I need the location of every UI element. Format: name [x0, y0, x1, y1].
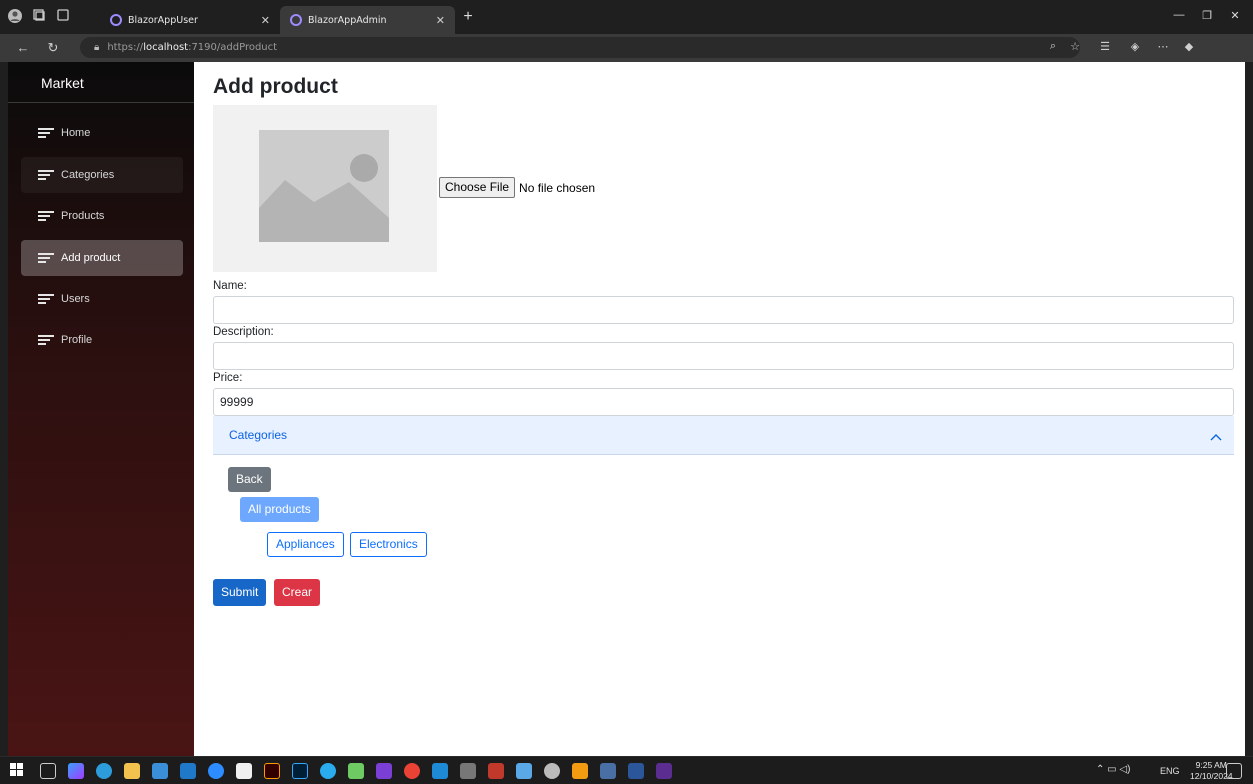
back-arrow-icon[interactable]: ← — [14, 39, 32, 57]
chevron-up-icon — [1210, 430, 1222, 441]
back-button[interactable]: Back — [228, 467, 271, 492]
submit-button[interactable]: Submit — [213, 579, 267, 606]
tab-blazorappuser[interactable]: BlazorAppUser ✕ — [100, 6, 280, 34]
media-app-icon[interactable] — [348, 763, 364, 779]
windows-start-icon[interactable] — [10, 763, 26, 779]
telegram-app-icon[interactable] — [320, 763, 336, 779]
chrome-app-icon[interactable] — [404, 763, 420, 779]
system-tray-icons[interactable]: ⌃ ▭ ◁) — [1096, 764, 1130, 775]
refresh-icon[interactable]: ↻ — [44, 39, 62, 57]
sidebar: Market Home Categories Products Add prod… — [8, 62, 194, 756]
vlc-app-icon[interactable] — [572, 763, 588, 779]
sidebar-item-categories[interactable]: Categories — [21, 157, 183, 193]
category-electronics-button[interactable]: Electronics — [350, 532, 427, 557]
file-input[interactable]: Choose File No file chosen — [439, 177, 595, 198]
vscode-app-icon[interactable] — [432, 763, 448, 779]
new-tab-button[interactable]: + — [458, 7, 478, 27]
lock-icon: 🔒︎ — [94, 42, 100, 53]
menu-lines-icon — [38, 128, 54, 138]
sidebar-item-add-product[interactable]: Add product — [21, 240, 183, 276]
minimize-icon[interactable]: — — [1168, 9, 1190, 21]
price-field[interactable] — [213, 388, 1234, 416]
word-app-icon[interactable] — [628, 763, 644, 779]
sidebar-item-profile[interactable]: Profile — [21, 322, 183, 358]
paint-app-icon[interactable] — [516, 763, 532, 779]
description-field[interactable] — [213, 342, 1234, 370]
blazor-favicon-icon — [110, 14, 122, 26]
favorite-star-icon[interactable]: ☆ — [1066, 40, 1084, 53]
photoshop-app-icon[interactable] — [292, 763, 308, 779]
sidebar-item-products[interactable]: Products — [21, 198, 183, 234]
price-label: Price: — [213, 372, 243, 384]
blazor-favicon-icon — [290, 14, 302, 26]
tab-actions-icon[interactable] — [54, 8, 72, 26]
window-close-icon[interactable]: ✕ — [1224, 9, 1246, 22]
page-viewport: Market Home Categories Products Add prod… — [8, 62, 1245, 756]
all-products-button[interactable]: All products — [240, 497, 319, 522]
visual-studio-app-icon[interactable] — [376, 763, 392, 779]
sidebar-item-users[interactable]: Users — [21, 281, 183, 317]
browser-tab-strip: BlazorAppUser ✕ BlazorAppAdmin ✕ + — ❐ ✕ — [0, 0, 1253, 34]
read-aloud-icon[interactable]: ⌕ — [1044, 40, 1062, 53]
copilot-app-icon[interactable] — [68, 763, 84, 779]
menu-lines-icon — [38, 170, 54, 180]
notifications-icon[interactable] — [1226, 763, 1242, 779]
browser-essentials-icon[interactable]: ◈ — [1126, 40, 1144, 53]
tab-blazorappadmin[interactable]: BlazorAppAdmin ✕ — [280, 6, 455, 34]
taskbar: ⌃ ▭ ◁) ENG 9:25 AM 12/10/2024 — [0, 756, 1253, 784]
name-field[interactable] — [213, 296, 1234, 324]
edge-app-icon[interactable] — [96, 763, 112, 779]
zoom-app-icon[interactable] — [208, 763, 224, 779]
language-indicator[interactable]: ENG — [1160, 766, 1180, 776]
menu-lines-icon — [38, 294, 54, 304]
page-title: Add product — [213, 75, 338, 98]
app-icon[interactable] — [600, 763, 616, 779]
menu-lines-icon — [38, 253, 54, 263]
notepad-app-icon[interactable] — [236, 763, 252, 779]
illustrator-app-icon[interactable] — [264, 763, 280, 779]
main-content: Add product Choose File No file chosen N… — [213, 62, 1235, 756]
description-label: Description: — [213, 326, 274, 338]
more-icon[interactable]: ⋯ — [1154, 40, 1172, 53]
pdf-app-icon[interactable] — [488, 763, 504, 779]
file-status: No file chosen — [519, 180, 596, 195]
store-app-icon[interactable] — [152, 763, 168, 779]
brand-title[interactable]: Market — [8, 62, 194, 103]
usb-app-icon[interactable] — [460, 763, 476, 779]
image-placeholder-icon — [259, 130, 389, 242]
image-preview — [213, 105, 437, 272]
categories-accordion-header[interactable]: Categories — [213, 416, 1234, 455]
copilot-icon[interactable]: ◆ — [1180, 40, 1198, 53]
choose-file-button[interactable]: Choose File — [439, 177, 516, 198]
category-appliances-button[interactable]: Appliances — [267, 532, 344, 557]
task-view-icon[interactable] — [40, 763, 56, 779]
outlook-app-icon[interactable] — [180, 763, 196, 779]
file-explorer-icon[interactable] — [124, 763, 140, 779]
profile-icon[interactable] — [6, 8, 24, 26]
close-icon[interactable]: ✕ — [261, 14, 270, 27]
workspaces-icon[interactable] — [30, 8, 48, 26]
app-icon[interactable] — [544, 763, 560, 779]
restore-icon[interactable]: ❐ — [1196, 9, 1218, 22]
favorites-icon[interactable]: ☰ — [1096, 40, 1114, 53]
name-label: Name: — [213, 280, 247, 292]
menu-lines-icon — [38, 211, 54, 221]
close-icon[interactable]: ✕ — [436, 14, 445, 27]
address-bar-row: ← ↻ 🔒︎ https://localhost:7190/addProduct… — [0, 34, 1253, 62]
sidebar-item-home[interactable]: Home — [21, 115, 183, 151]
menu-lines-icon — [38, 335, 54, 345]
clear-button[interactable]: Crear — [274, 579, 321, 606]
url-field[interactable]: 🔒︎ https://localhost:7190/addProduct — [80, 37, 1080, 58]
terminal-app-icon[interactable] — [656, 763, 672, 779]
